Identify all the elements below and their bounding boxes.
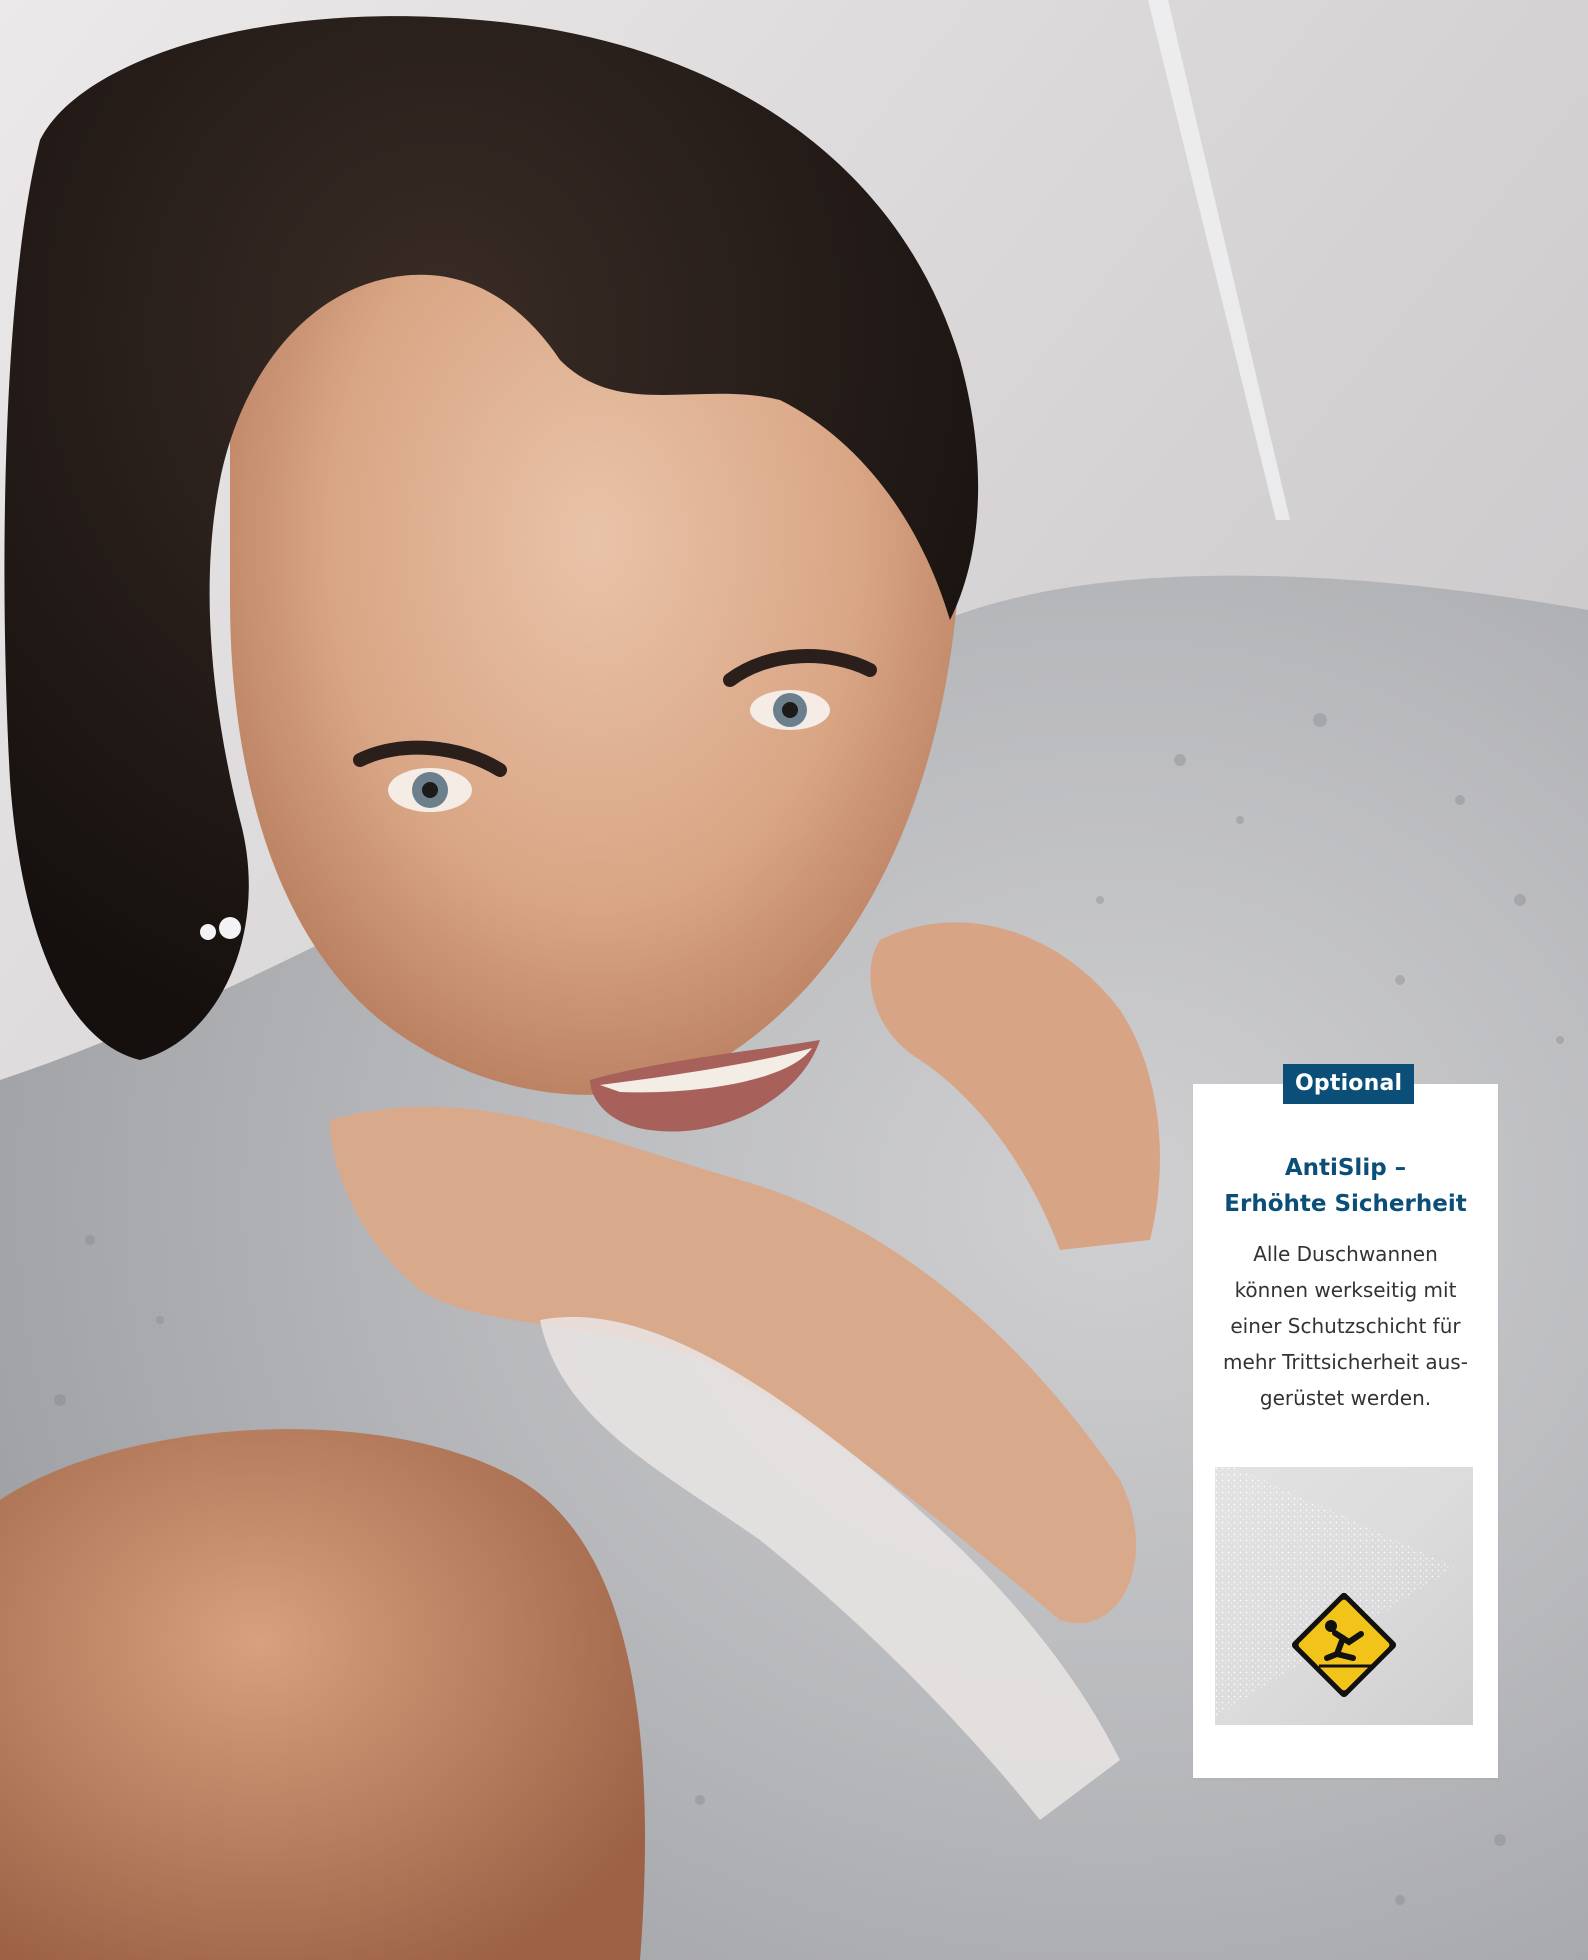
card-description-line: können werkseitig mit [1234, 1278, 1457, 1302]
card-title-line: Erhöhte Sicherheit [1224, 1191, 1467, 1217]
card-description-line: gerüstet werden. [1259, 1386, 1432, 1410]
antislip-surface-image [1215, 1467, 1473, 1725]
brochure-page: Optional AntiSlip – Erhöhte Sicherheit A… [0, 0, 1588, 1960]
antislip-info-card: Optional AntiSlip – Erhöhte Sicherheit A… [1193, 1064, 1498, 1778]
slip-warning-icon [1287, 1588, 1401, 1702]
card-description-line: mehr Trittsicherheit aus- [1223, 1350, 1468, 1374]
card-title-line: AntiSlip – [1284, 1155, 1407, 1181]
card-description: Alle Duschwannen können werkseitig mit e… [1209, 1236, 1482, 1416]
card-description-line: einer Schutzschicht für [1230, 1314, 1461, 1338]
optional-badge: Optional [1283, 1064, 1415, 1104]
card-title: AntiSlip – Erhöhte Sicherheit [1193, 1150, 1498, 1222]
card-description-line: Alle Duschwannen [1253, 1242, 1438, 1266]
